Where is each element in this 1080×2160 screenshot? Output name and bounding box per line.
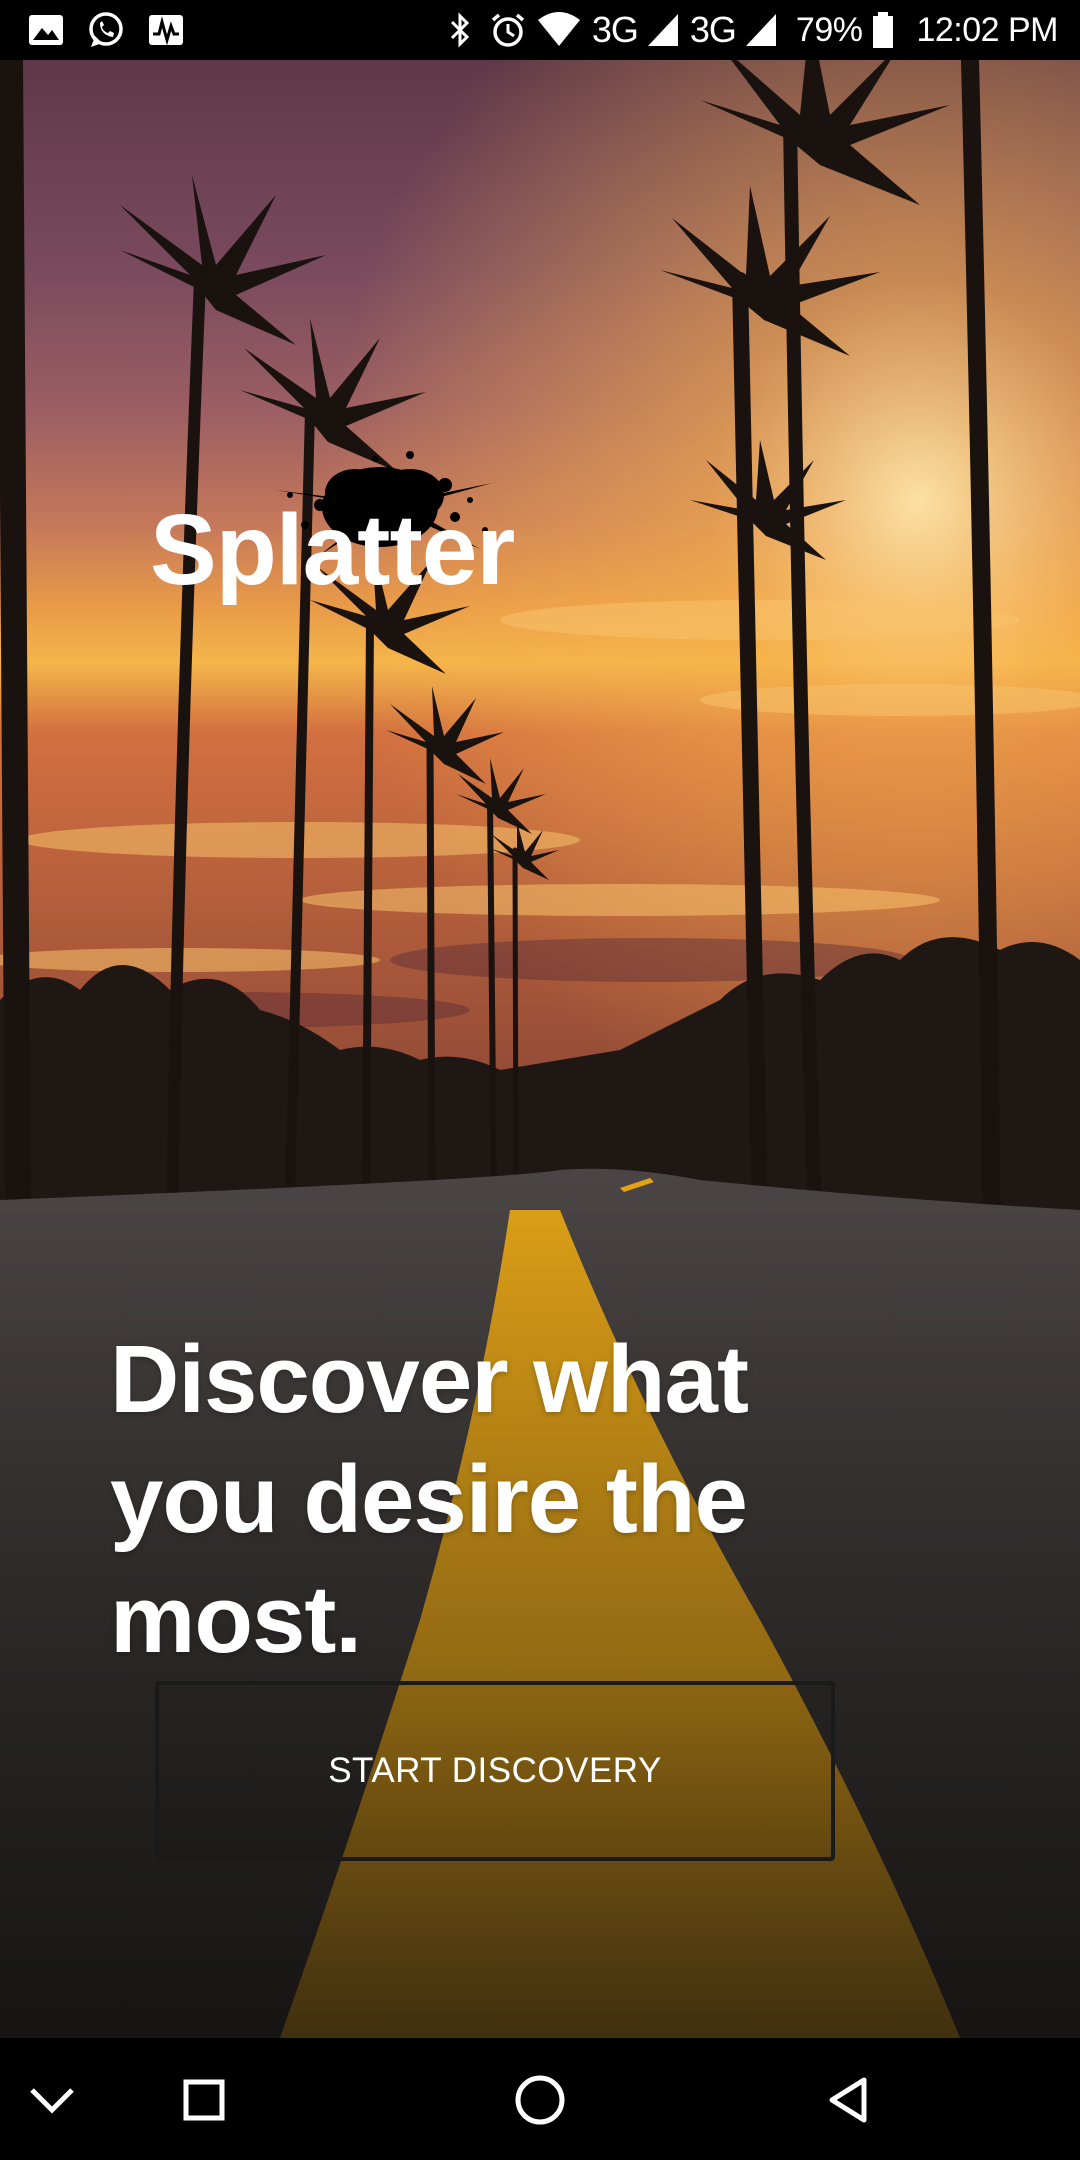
status-bar: 3G 3G 79% 12:02 PM — [0, 0, 1080, 60]
back-triangle-icon[interactable] — [810, 2060, 890, 2140]
alarm-icon — [488, 10, 528, 50]
start-discovery-label: START DISCOVERY — [328, 1751, 662, 1790]
image-icon — [26, 10, 66, 50]
activity-icon — [146, 10, 186, 50]
chevron-down-icon[interactable] — [12, 2060, 92, 2140]
wifi-icon — [536, 10, 582, 50]
bluetooth-icon — [440, 10, 480, 50]
battery-percent: 79% — [795, 10, 863, 49]
app-screen: 3G 3G 79% 12:02 PM Splatter Discover wha… — [0, 0, 1080, 2160]
network-type-1: 3G — [591, 9, 639, 50]
headline: Discover what you desire the most. — [110, 1326, 749, 1673]
home-circle-icon[interactable] — [500, 2060, 580, 2140]
whatsapp-icon — [86, 10, 126, 50]
clock: 12:02 PM — [916, 10, 1058, 49]
network-type-2: 3G — [689, 9, 737, 50]
app-logo: Splatter — [150, 451, 515, 610]
signal-icon — [646, 10, 680, 50]
signal-icon-2 — [744, 10, 778, 50]
recents-square-icon[interactable] — [164, 2060, 244, 2140]
logo-text: Splatter — [150, 494, 515, 606]
battery-icon — [870, 10, 896, 50]
start-discovery-button[interactable]: START DISCOVERY — [155, 1681, 835, 1861]
system-nav-bar — [0, 2038, 1080, 2160]
